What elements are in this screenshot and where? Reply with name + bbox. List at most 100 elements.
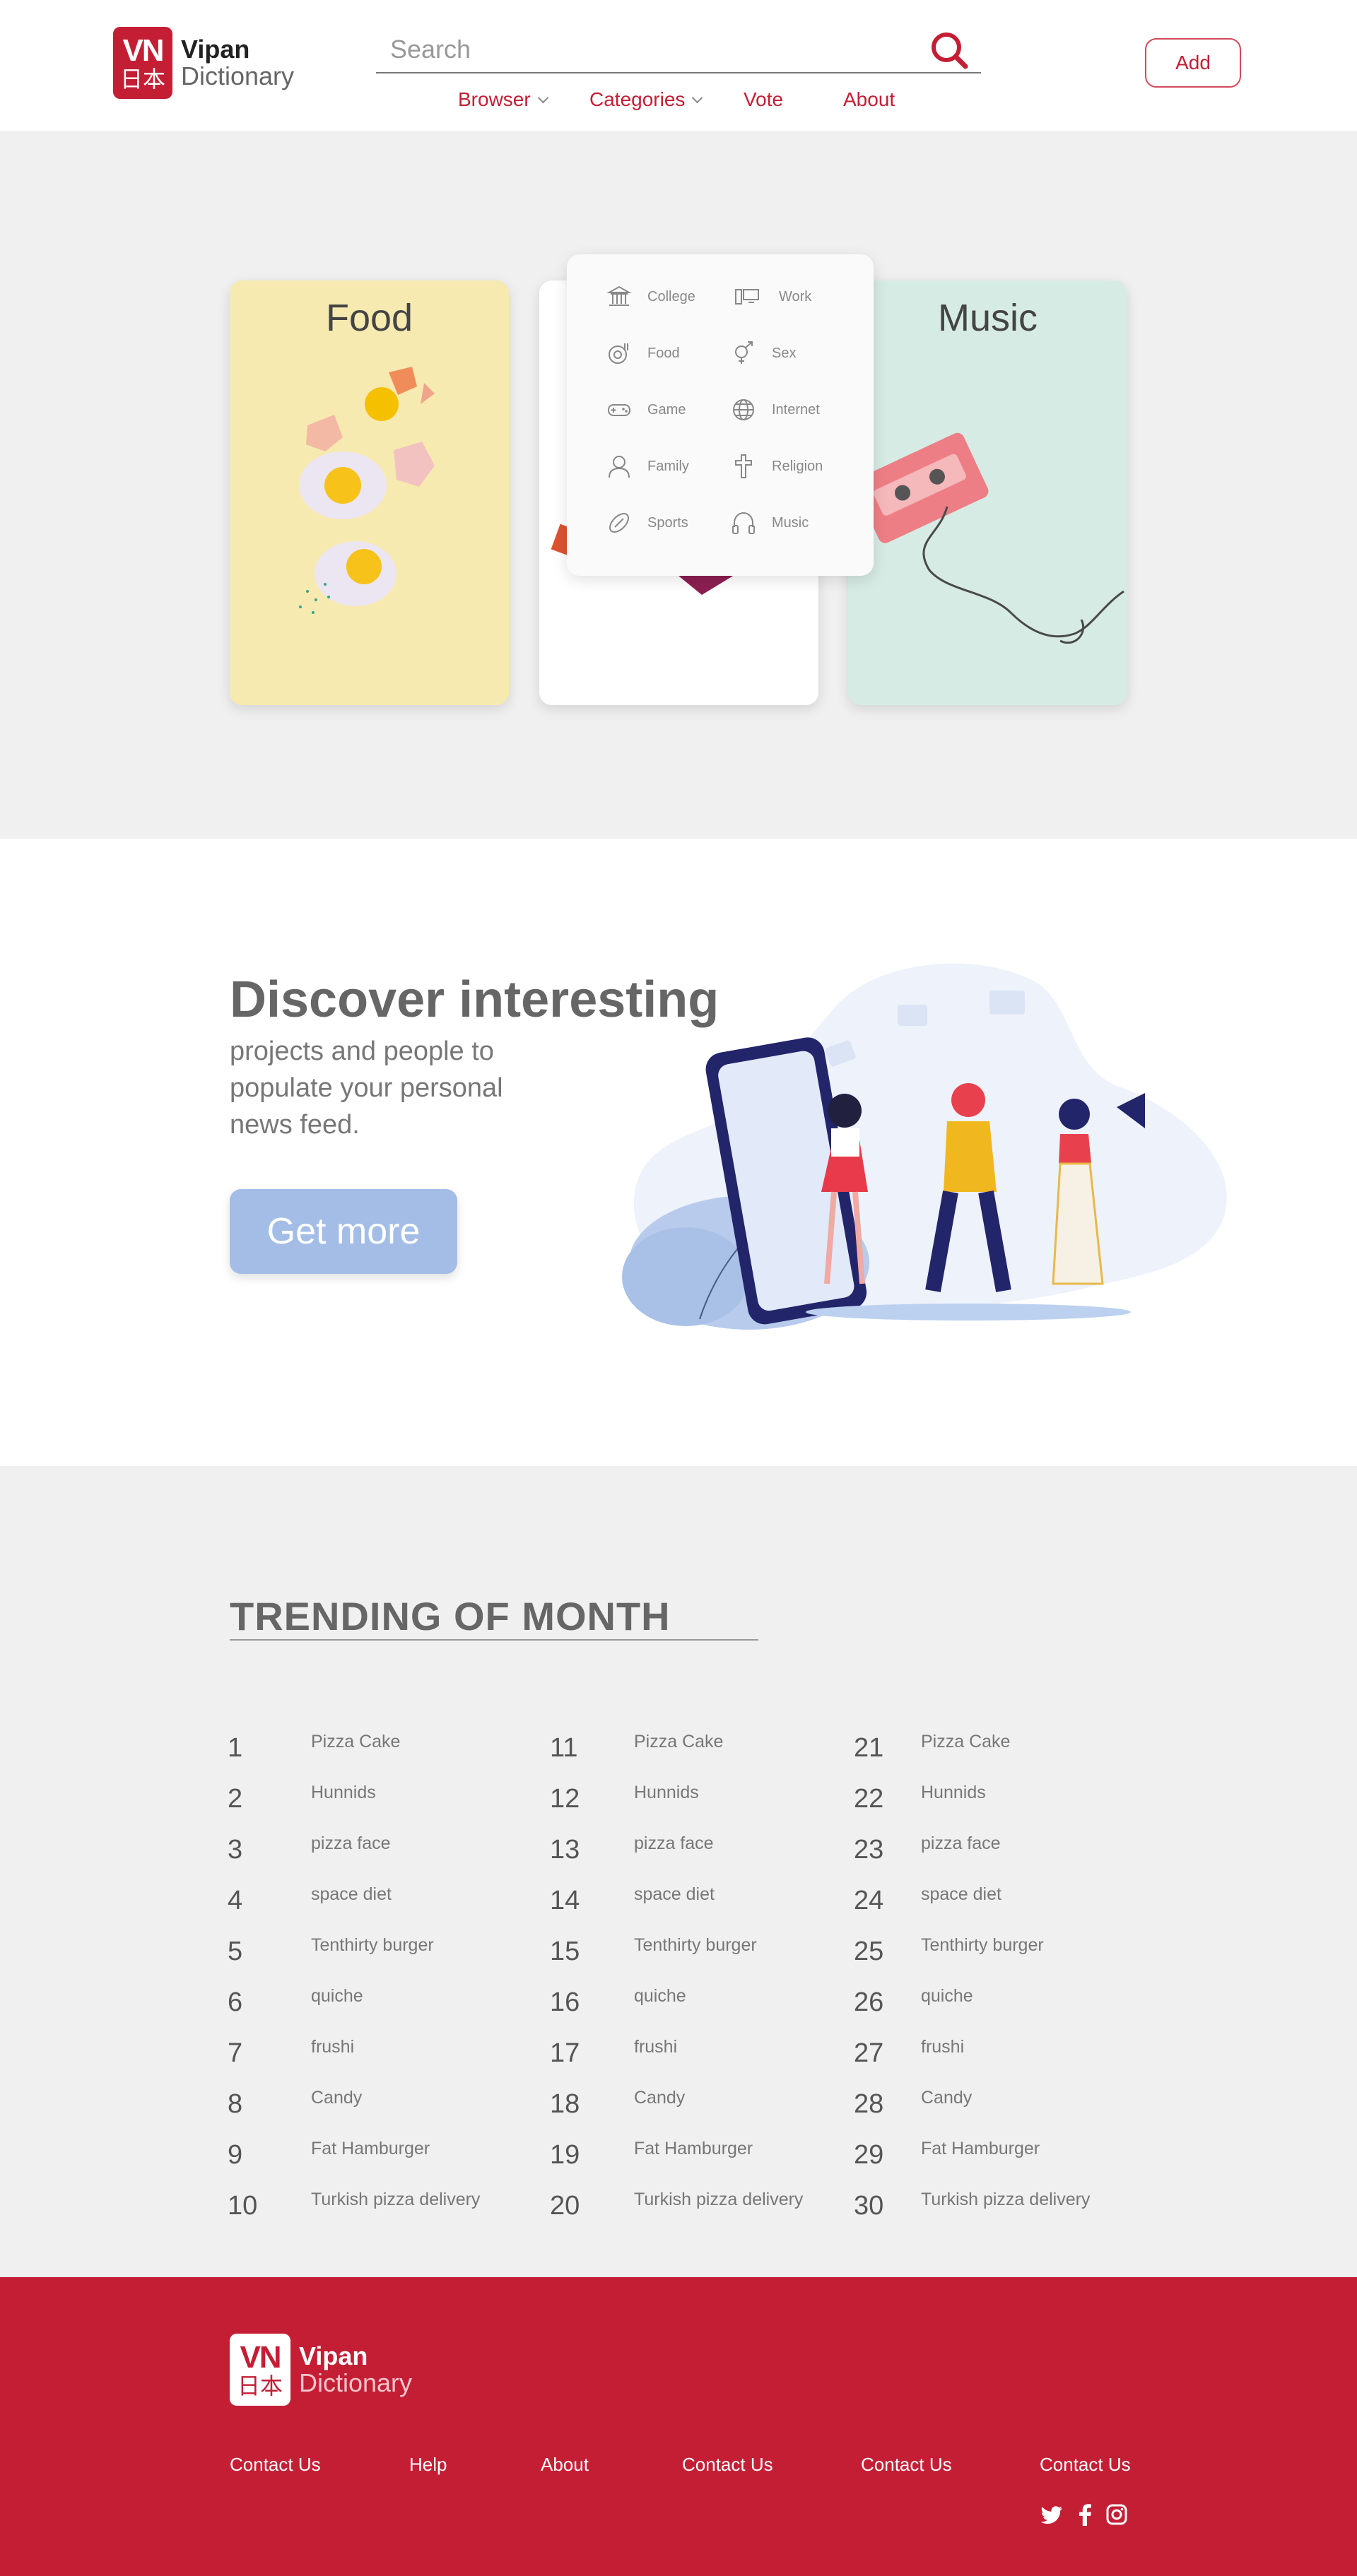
trending-term[interactable]: Fat Hamburger	[921, 2139, 1040, 2159]
category-food[interactable]: Food	[606, 341, 680, 366]
footer-link-contact-us[interactable]: Contact Us	[861, 2454, 952, 2476]
trending-rank: 20	[550, 2191, 580, 2221]
get-more-button[interactable]: Get more	[230, 1189, 457, 1274]
trending-term[interactable]: quiche	[634, 1986, 686, 2007]
trending-row[interactable]: 23 pizza face	[854, 1829, 1136, 1865]
trending-row[interactable]: 22 Hunnids	[854, 1778, 1136, 1814]
trending-term[interactable]: Pizza Cake	[921, 1732, 1010, 1752]
footer-link-help[interactable]: Help	[409, 2454, 447, 2476]
footer-link-contact-us[interactable]: Contact Us	[1040, 2454, 1131, 2476]
trending-term[interactable]: quiche	[921, 1986, 973, 2007]
footer-link-contact-us[interactable]: Contact Us	[682, 2454, 773, 2476]
trending-term[interactable]: Candy	[311, 2088, 362, 2108]
work-icon	[735, 289, 759, 305]
trending-term[interactable]: space diet	[921, 1884, 1001, 1905]
trending-row[interactable]: 17 frushi	[550, 2033, 833, 2068]
trending-row[interactable]: 13 pizza face	[550, 1829, 833, 1865]
add-button[interactable]: Add	[1145, 38, 1241, 88]
trending-row[interactable]: 6 quiche	[228, 1982, 510, 2017]
trending-term[interactable]: Hunnids	[921, 1783, 986, 1803]
instagram-icon[interactable]	[1105, 2503, 1128, 2526]
trending-row[interactable]: 15 Tenthirty burger	[550, 1931, 833, 1966]
category-label: Game	[647, 401, 686, 418]
trending-row[interactable]: 25 Tenthirty burger	[854, 1931, 1136, 1966]
trending-rank: 29	[854, 2140, 884, 2170]
trending-row[interactable]: 10 Turkish pizza delivery	[228, 2185, 510, 2221]
card-title: Food	[325, 297, 413, 339]
trending-term[interactable]: Hunnids	[634, 1783, 699, 1803]
trending-term[interactable]: pizza face	[311, 1833, 391, 1854]
nav-about[interactable]: About	[843, 88, 895, 111]
category-college[interactable]: College	[606, 284, 695, 309]
trending-row[interactable]: 1 Pizza Cake	[228, 1727, 510, 1763]
trending-row[interactable]: 5 Tenthirty burger	[228, 1931, 510, 1966]
trending-term[interactable]: Candy	[634, 2088, 685, 2108]
trending-row[interactable]: 7 frushi	[228, 2033, 510, 2068]
trending-row[interactable]: 8 Candy	[228, 2084, 510, 2119]
trending-rank: 30	[854, 2191, 884, 2221]
trending-term[interactable]: pizza face	[634, 1833, 714, 1854]
search-input[interactable]	[390, 33, 927, 66]
trending-term[interactable]: space diet	[311, 1884, 392, 1905]
footer-logo[interactable]: VN 日本 Vipan Dictionary	[230, 2334, 412, 2406]
trending-term[interactable]: pizza face	[921, 1833, 1001, 1854]
trending-rank: 13	[550, 1835, 580, 1865]
category-music[interactable]: Music	[731, 510, 809, 536]
category-card-food[interactable]: Food	[230, 280, 509, 705]
trending-term[interactable]: Pizza Cake	[311, 1732, 400, 1752]
trending-row[interactable]: 29 Fat Hamburger	[854, 2134, 1136, 2170]
trending-term[interactable]: Turkish pizza delivery	[634, 2190, 803, 2210]
footer-link-contact-us[interactable]: Contact Us	[230, 2454, 321, 2476]
nav-categories[interactable]: Categories	[589, 88, 703, 111]
cross-icon	[735, 454, 752, 478]
trending-row[interactable]: 2 Hunnids	[228, 1778, 510, 1814]
facebook-icon[interactable]	[1074, 2503, 1097, 2526]
trending-term[interactable]: Pizza Cake	[634, 1732, 723, 1752]
trending-row[interactable]: 21 Pizza Cake	[854, 1727, 1136, 1763]
trending-row[interactable]: 3 pizza face	[228, 1829, 510, 1865]
trending-row[interactable]: 20 Turkish pizza delivery	[550, 2185, 833, 2221]
footer-link-about[interactable]: About	[541, 2454, 589, 2476]
search-icon[interactable]	[927, 30, 970, 71]
category-sports[interactable]: Sports	[606, 510, 688, 536]
trending-term[interactable]: Turkish pizza delivery	[921, 2190, 1090, 2210]
trending-term[interactable]: Tenthirty burger	[634, 1935, 757, 1956]
trending-term[interactable]: frushi	[921, 2037, 964, 2057]
trending-term[interactable]: quiche	[311, 1986, 363, 2007]
trending-row[interactable]: 11 Pizza Cake	[550, 1727, 833, 1763]
nav-browser[interactable]: Browser	[458, 88, 548, 111]
trending-term[interactable]: Hunnids	[311, 1783, 376, 1803]
trending-term[interactable]: Tenthirty burger	[921, 1935, 1044, 1956]
trending-row[interactable]: 30 Turkish pizza delivery	[854, 2185, 1136, 2221]
trending-row[interactable]: 19 Fat Hamburger	[550, 2134, 833, 2170]
category-sex[interactable]: Sex	[731, 341, 796, 366]
trending-term[interactable]: frushi	[311, 2037, 354, 2057]
trending-term[interactable]: Candy	[921, 2088, 972, 2108]
category-game[interactable]: Game	[606, 397, 686, 423]
nav-browser-label: Browser	[458, 88, 531, 110]
trending-row[interactable]: 16 quiche	[550, 1982, 833, 2017]
trending-row[interactable]: 12 Hunnids	[550, 1778, 833, 1814]
category-family[interactable]: Family	[606, 454, 689, 479]
trending-row[interactable]: 24 space diet	[854, 1880, 1136, 1915]
category-work[interactable]: Work	[731, 284, 811, 309]
category-internet[interactable]: Internet	[731, 397, 820, 423]
trending-row[interactable]: 27 frushi	[854, 2033, 1136, 2068]
trending-term[interactable]: Turkish pizza delivery	[311, 2190, 480, 2210]
category-card-music[interactable]: Music	[848, 280, 1127, 705]
trending-term[interactable]: frushi	[634, 2037, 677, 2057]
trending-row[interactable]: 14 space diet	[550, 1880, 833, 1915]
trending-term[interactable]: Tenthirty burger	[311, 1935, 434, 1956]
twitter-icon[interactable]	[1041, 2503, 1064, 2526]
trending-row[interactable]: 9 Fat Hamburger	[228, 2134, 510, 2170]
trending-row[interactable]: 28 Candy	[854, 2084, 1136, 2119]
trending-term[interactable]: Fat Hamburger	[634, 2139, 753, 2159]
logo-name-line1: Vipan	[181, 35, 250, 64]
trending-term[interactable]: space diet	[634, 1884, 715, 1905]
trending-term[interactable]: Fat Hamburger	[311, 2139, 430, 2159]
trending-row[interactable]: 18 Candy	[550, 2084, 833, 2119]
trending-row[interactable]: 26 quiche	[854, 1982, 1136, 2017]
nav-vote[interactable]: Vote	[744, 88, 783, 111]
category-religion[interactable]: Religion	[731, 454, 823, 479]
trending-row[interactable]: 4 space diet	[228, 1880, 510, 1915]
